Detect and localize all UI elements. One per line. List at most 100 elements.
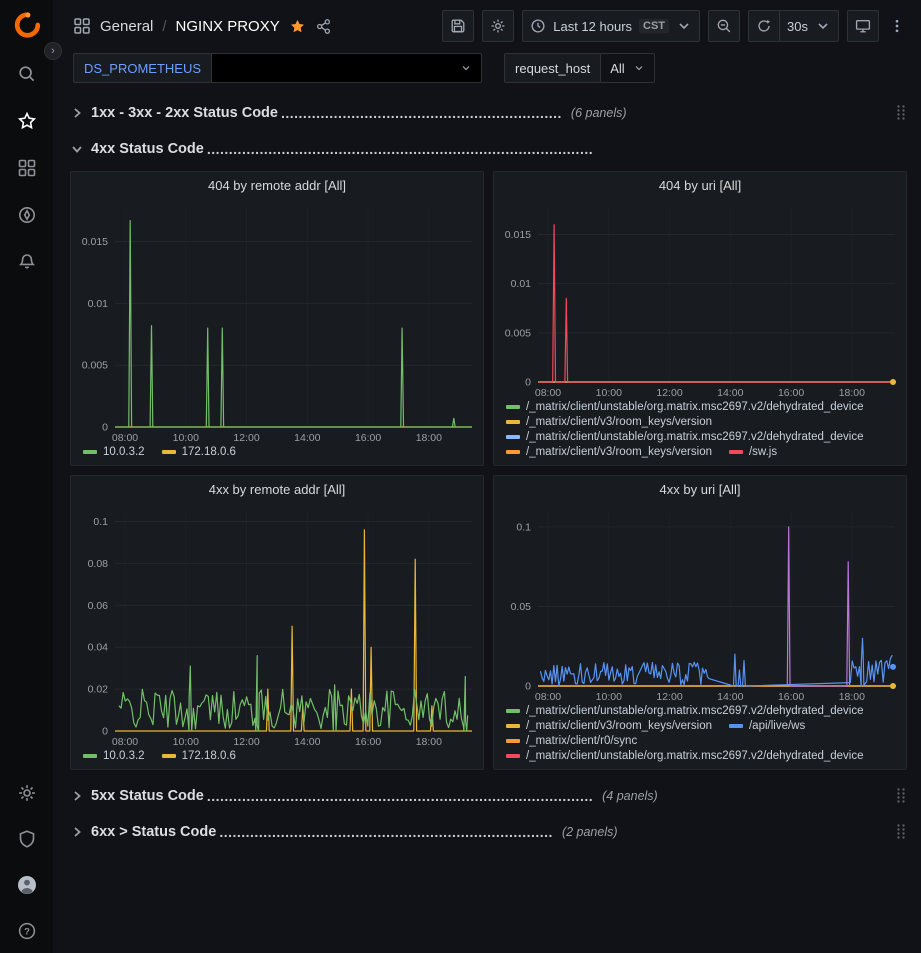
refresh-group: 30s (748, 10, 839, 42)
svg-text:0: 0 (525, 377, 531, 389)
legend-item[interactable]: /_matrix/client/unstable/org.matrix.msc2… (506, 401, 864, 413)
legend-item[interactable]: 172.18.0.6 (162, 446, 236, 458)
apps-grid-icon[interactable] (73, 17, 91, 35)
legend-item[interactable]: 10.0.3.2 (83, 750, 145, 762)
sidebar-expand-button[interactable]: › (44, 42, 62, 60)
row-4xx-status-code[interactable]: 4xx Status Code ........................… (70, 135, 907, 162)
user-avatar[interactable] (17, 875, 37, 895)
legend-label: /_matrix/client/unstable/org.matrix.msc2… (526, 401, 864, 413)
legend-item[interactable]: /_matrix/client/unstable/org.matrix.msc2… (506, 705, 864, 717)
help-icon[interactable]: ? (17, 921, 37, 941)
panel-title[interactable]: 404 by remote addr [All] (71, 172, 483, 199)
tv-mode-button[interactable] (847, 10, 879, 42)
chevron-down-icon (460, 62, 472, 74)
refresh-interval-label: 30s (787, 19, 808, 34)
svg-text:10:00: 10:00 (596, 691, 622, 703)
grafana-logo-icon[interactable] (12, 10, 42, 40)
breadcrumb: General / NGINX PROXY (73, 17, 332, 35)
monitor-icon (855, 18, 871, 34)
refresh-interval-dropdown[interactable]: 30s (780, 10, 839, 42)
search-icon[interactable] (17, 64, 37, 84)
time-range-picker[interactable]: Last 12 hours CST (522, 10, 700, 42)
legend-label: /_matrix/client/unstable/org.matrix.msc2… (526, 431, 864, 443)
legend-item[interactable]: 10.0.3.2 (83, 446, 145, 458)
drag-handle-icon[interactable] (895, 104, 907, 121)
legend-item[interactable]: /_matrix/client/unstable/org.matrix.msc2… (506, 750, 864, 762)
svg-text:?: ? (24, 926, 30, 937)
row-panel-count: (6 panels) (571, 106, 627, 120)
drag-handle-icon[interactable] (895, 823, 907, 840)
legend-item[interactable]: 172.18.0.6 (162, 750, 236, 762)
grafana-app: › (0, 0, 921, 953)
breadcrumb-section[interactable]: General (100, 18, 153, 35)
share-icon[interactable] (315, 18, 332, 35)
dashboard-settings-button[interactable] (482, 10, 514, 42)
svg-text:12:00: 12:00 (656, 691, 682, 703)
svg-text:14:00: 14:00 (294, 432, 320, 444)
svg-text:08:00: 08:00 (112, 432, 138, 444)
panel-title[interactable]: 404 by uri [All] (494, 172, 906, 199)
legend-item[interactable]: /sw.js (729, 446, 777, 458)
timeseries-chart[interactable]: 00.0050.010.01508:0010:0012:0014:0016:00… (71, 199, 483, 445)
chevron-down-icon (633, 62, 645, 74)
row-title-dots: ........................................… (219, 824, 553, 840)
zoom-out-button[interactable] (708, 10, 740, 42)
dashboards-icon[interactable] (17, 158, 37, 178)
legend-item[interactable]: /api/live/ws (729, 720, 805, 732)
configuration-gear-icon[interactable] (17, 783, 37, 803)
dashboard-variables-row: DS_PROMETHEUS request_host All (53, 52, 921, 92)
legend-swatch (506, 435, 520, 439)
sidebar-bottom-nav: ? (17, 783, 37, 943)
timeseries-chart[interactable]: 00.020.040.060.080.108:0010:0012:0014:00… (71, 503, 483, 749)
alerting-bell-icon[interactable] (17, 252, 37, 272)
dashboard-content: 1xx - 3xx - 2xx Status Code ............… (53, 92, 921, 953)
refresh-button[interactable] (748, 10, 780, 42)
svg-text:08:00: 08:00 (535, 691, 561, 703)
save-icon (450, 18, 466, 34)
legend-item[interactable]: /_matrix/client/r0/sync (506, 735, 637, 747)
panel-grid: 404 by remote addr [All] 00.0050.010.015… (70, 171, 907, 770)
legend-swatch (506, 450, 520, 454)
explore-compass-icon[interactable] (17, 205, 37, 225)
dashboard-title: NGINX PROXY (176, 18, 280, 35)
request-host-variable-select[interactable]: All (601, 53, 654, 83)
request-host-variable-label: request_host (504, 53, 601, 83)
top-nav-bar: General / NGINX PROXY La (53, 0, 921, 52)
datasource-variable-label: DS_PROMETHEUS (73, 53, 212, 83)
row-1xx-3xx-2xx-status-code[interactable]: 1xx - 3xx - 2xx Status Code ............… (70, 99, 907, 126)
chevron-right-icon (70, 106, 84, 120)
starred-dashboards-icon[interactable] (17, 111, 37, 131)
sidebar: › (0, 0, 53, 953)
panel-title[interactable]: 4xx by uri [All] (494, 476, 906, 503)
panel-404-by-uri: 404 by uri [All] 00.0050.010.01508:0010:… (493, 171, 907, 466)
request-host-variable-value: All (610, 61, 624, 76)
svg-text:0: 0 (102, 422, 108, 434)
timeseries-chart[interactable]: 00.0050.010.01508:0010:0012:0014:0016:00… (494, 199, 906, 400)
row-6xx-status-code[interactable]: 6xx > Status Code ......................… (70, 818, 907, 845)
svg-text:10:00: 10:00 (173, 432, 199, 444)
timeseries-chart[interactable]: 00.050.108:0010:0012:0014:0016:0018:00 (494, 503, 906, 704)
more-options-kebab-button[interactable] (887, 10, 907, 42)
panel-title[interactable]: 4xx by remote addr [All] (71, 476, 483, 503)
legend-item[interactable]: /_matrix/client/unstable/org.matrix.msc2… (506, 431, 864, 443)
legend-swatch (162, 754, 176, 758)
svg-text:0.08: 0.08 (88, 558, 109, 570)
svg-text:14:00: 14:00 (717, 691, 743, 703)
legend-swatch (506, 724, 520, 728)
legend-item[interactable]: /_matrix/client/v3/room_keys/version (506, 720, 712, 732)
svg-text:16:00: 16:00 (355, 432, 381, 444)
drag-handle-icon[interactable] (895, 787, 907, 804)
legend-label: 172.18.0.6 (182, 446, 236, 458)
admin-shield-icon[interactable] (17, 829, 37, 849)
svg-text:16:00: 16:00 (778, 387, 804, 399)
legend-item[interactable]: /_matrix/client/v3/room_keys/version (506, 446, 712, 458)
breadcrumb-separator: / (162, 18, 166, 35)
svg-text:0.05: 0.05 (511, 601, 532, 613)
datasource-variable-select[interactable] (212, 53, 482, 83)
svg-text:10:00: 10:00 (596, 387, 622, 399)
row-5xx-status-code[interactable]: 5xx Status Code ........................… (70, 782, 907, 809)
row-title-dots: ........................................… (207, 788, 593, 804)
save-dashboard-button[interactable] (442, 10, 474, 42)
favorite-star-icon[interactable] (289, 18, 306, 35)
legend-item[interactable]: /_matrix/client/v3/room_keys/version (506, 416, 712, 428)
